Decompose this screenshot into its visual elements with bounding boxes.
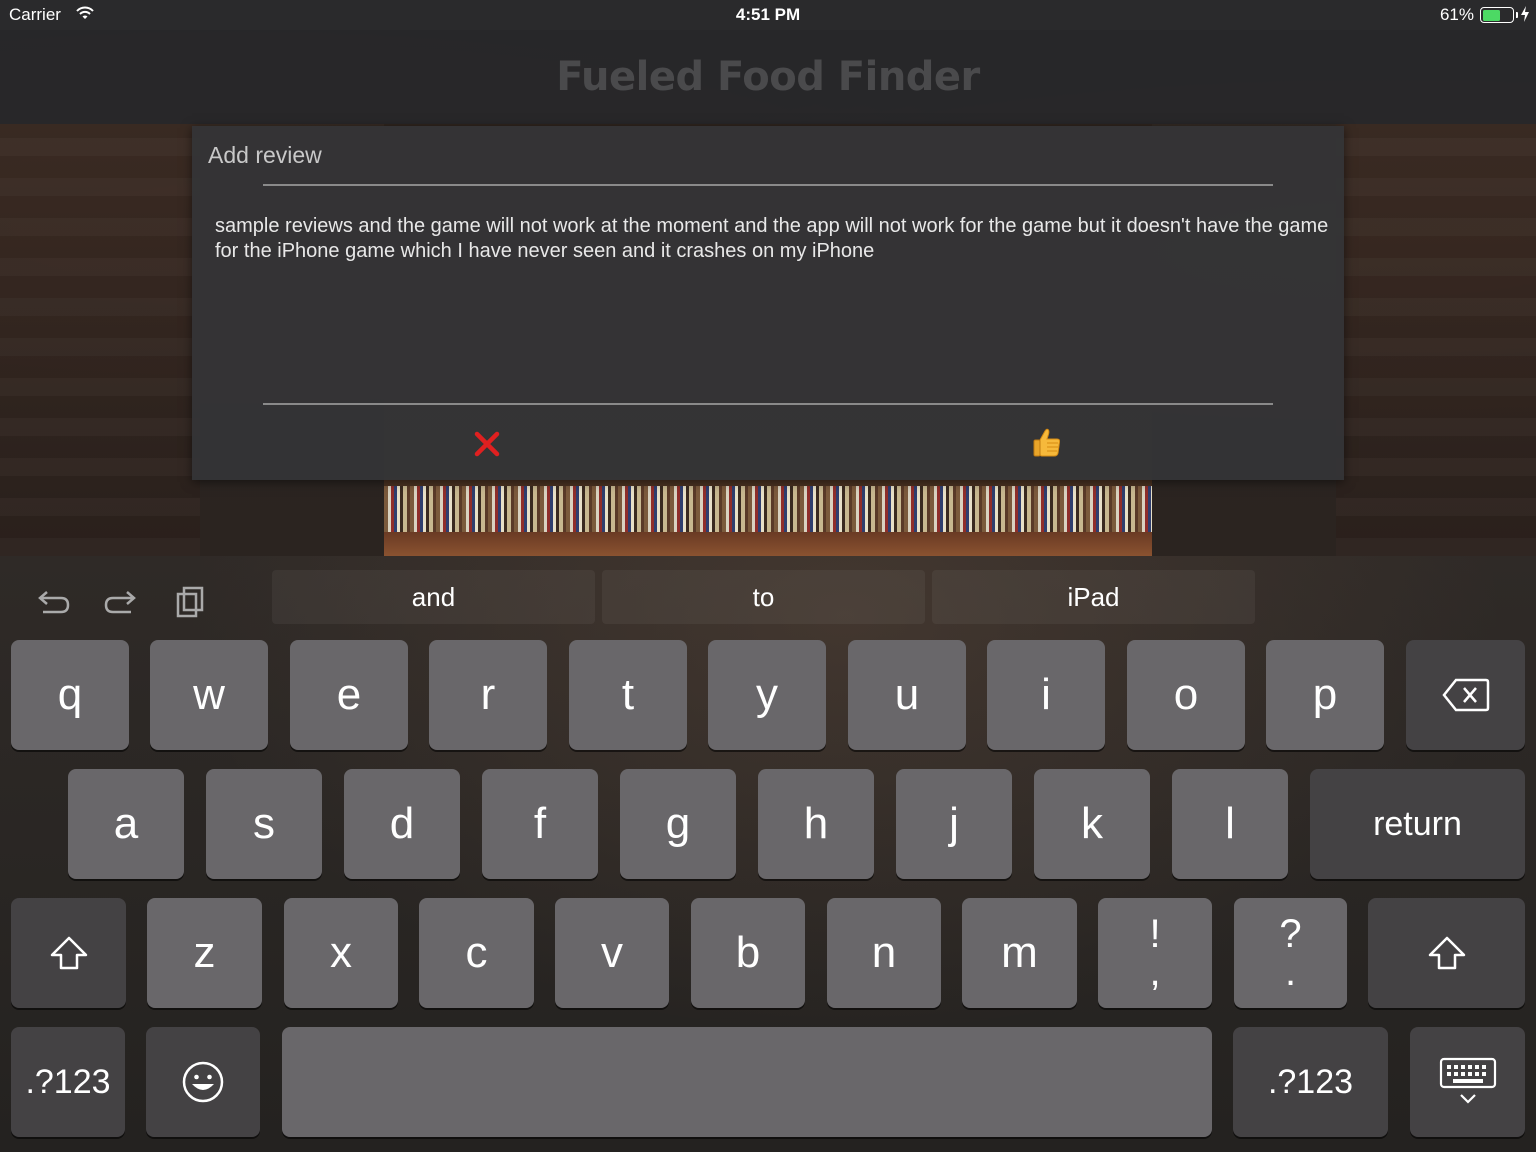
numbers-key-left[interactable]: .?123 — [11, 1027, 125, 1137]
status-bar: Carrier 4:51 PM 61% — [0, 0, 1536, 30]
key-e[interactable]: e — [290, 640, 408, 750]
suggestion-item[interactable]: to — [602, 570, 925, 624]
key-d[interactable]: d — [344, 769, 460, 879]
paste-icon[interactable] — [171, 582, 211, 622]
key-z[interactable]: z — [147, 898, 262, 1008]
space-key[interactable] — [282, 1027, 1212, 1137]
shift-icon — [50, 936, 87, 970]
keyboard-dismiss-icon — [1439, 1057, 1496, 1104]
return-key[interactable]: return — [1310, 769, 1525, 879]
key-bottom-char: . — [1284, 950, 1297, 994]
key-bottom-char: , — [1149, 950, 1161, 994]
key-r[interactable]: r — [429, 640, 547, 750]
key-l[interactable]: l — [1172, 769, 1288, 879]
key-u[interactable]: u — [848, 640, 966, 750]
key-b[interactable]: b — [691, 898, 805, 1008]
key-c[interactable]: c — [419, 898, 534, 1008]
backspace-icon — [1441, 678, 1489, 712]
close-x-icon — [474, 431, 500, 457]
emoji-key[interactable] — [146, 1027, 260, 1137]
suggestion-item[interactable]: and — [272, 570, 595, 624]
bookshelf-photo — [384, 480, 1152, 556]
key-t[interactable]: t — [569, 640, 687, 750]
key-f[interactable]: f — [482, 769, 598, 879]
dismiss-keyboard-key[interactable] — [1410, 1027, 1525, 1137]
clock: 4:51 PM — [735, 5, 801, 24]
dialog-title: Add review — [208, 142, 322, 168]
background-poster-left — [0, 124, 200, 556]
backspace-key[interactable] — [1406, 640, 1525, 750]
charging-bolt-icon — [1521, 6, 1529, 22]
key-x[interactable]: x — [284, 898, 398, 1008]
submit-review-button[interactable] — [1030, 426, 1064, 460]
emoji-icon — [182, 1061, 224, 1103]
cancel-button[interactable] — [471, 428, 503, 460]
suggestion-item[interactable]: iPad — [932, 570, 1255, 624]
review-text-area[interactable]: sample reviews and the game will not wor… — [215, 214, 1335, 264]
background-poster-right — [1336, 124, 1536, 556]
add-review-dialog: Add review sample reviews and the game w… — [192, 126, 1344, 480]
key-i[interactable]: i — [987, 640, 1105, 750]
key-o[interactable]: o — [1127, 640, 1245, 750]
key-question-period[interactable]: ? . — [1234, 898, 1347, 1008]
key-top-char: ! — [1149, 912, 1161, 956]
key-j[interactable]: j — [896, 769, 1012, 879]
onscreen-keyboard: and to iPad q w e r t y u i o p a s d f … — [0, 556, 1536, 1152]
key-exclamation-comma[interactable]: ! , — [1098, 898, 1212, 1008]
divider — [263, 184, 1273, 186]
numbers-key-right[interactable]: .?123 — [1233, 1027, 1388, 1137]
key-top-char: ? — [1279, 912, 1302, 956]
key-k[interactable]: k — [1034, 769, 1150, 879]
shift-key-left[interactable] — [11, 898, 126, 1008]
key-q[interactable]: q — [11, 640, 129, 750]
key-w[interactable]: w — [150, 640, 268, 750]
key-h[interactable]: h — [758, 769, 874, 879]
key-m[interactable]: m — [962, 898, 1077, 1008]
app-title: Fueled Food Finder — [556, 54, 980, 100]
key-p[interactable]: p — [1266, 640, 1384, 750]
key-n[interactable]: n — [827, 898, 941, 1008]
shift-key-right[interactable] — [1368, 898, 1525, 1008]
key-v[interactable]: v — [555, 898, 669, 1008]
undo-icon[interactable] — [33, 582, 73, 622]
battery-icon — [1480, 7, 1518, 23]
redo-icon[interactable] — [101, 582, 141, 622]
shift-icon — [1428, 936, 1465, 970]
key-a[interactable]: a — [68, 769, 184, 879]
divider — [263, 403, 1273, 405]
key-s[interactable]: s — [206, 769, 322, 879]
thumbs-up-icon — [1033, 428, 1061, 457]
key-y[interactable]: y — [708, 640, 826, 750]
key-g[interactable]: g — [620, 769, 736, 879]
battery-percent: 61% — [1439, 5, 1474, 24]
